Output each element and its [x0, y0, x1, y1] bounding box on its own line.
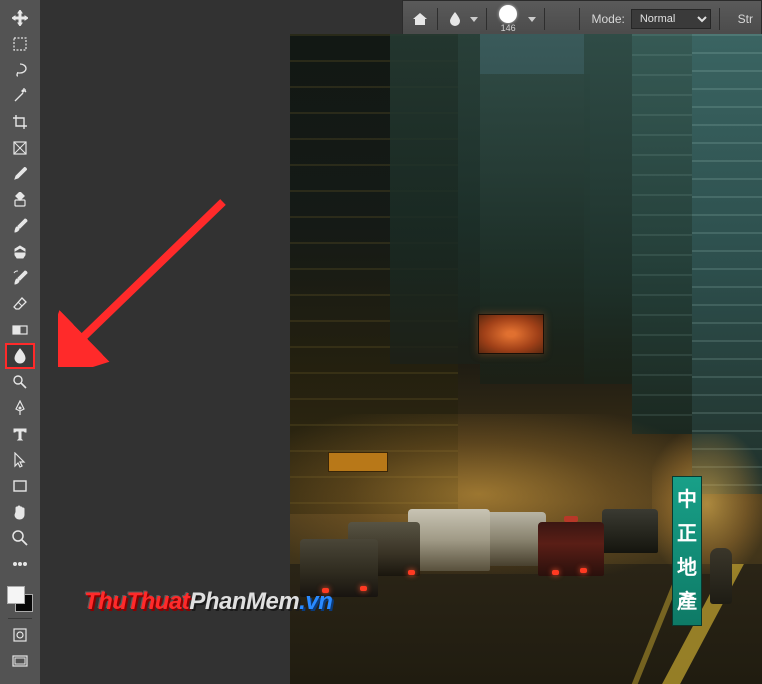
crop-tool[interactable]	[6, 110, 34, 134]
brush-preview[interactable]: 146	[494, 5, 522, 33]
brush-tool[interactable]	[6, 214, 34, 238]
dodge-tool[interactable]	[6, 370, 34, 394]
pen-tool[interactable]	[6, 396, 34, 420]
gradient-tool[interactable]	[6, 318, 34, 342]
healing-brush-tool[interactable]	[6, 188, 34, 212]
move-tool[interactable]	[6, 6, 34, 30]
rectangle-tool[interactable]	[6, 474, 34, 498]
zoom-tool[interactable]	[6, 526, 34, 550]
history-brush-tool[interactable]	[6, 266, 34, 290]
document-canvas[interactable]: 中 正 地 產	[290, 34, 762, 684]
more-tools[interactable]	[6, 552, 34, 576]
annotation-arrow	[58, 192, 233, 367]
watermark: ThuThuatPhanMem.vn	[84, 588, 332, 616]
foreground-color-swatch[interactable]	[7, 586, 25, 604]
brush-dot-icon	[499, 5, 517, 23]
artboard-tool[interactable]	[6, 32, 34, 56]
watermark-part1: ThuThuat	[84, 588, 189, 615]
type-tool[interactable]	[6, 422, 34, 446]
watermark-part3: .vn	[299, 588, 332, 615]
tools-panel	[0, 0, 40, 684]
tool-preset-dropdown[interactable]	[470, 17, 478, 22]
watermark-part2: PhanMem	[189, 588, 299, 615]
mode-label: Mode:	[592, 12, 625, 26]
tool-preset-icon[interactable]	[446, 8, 464, 30]
hand-tool[interactable]	[6, 500, 34, 524]
eraser-tool[interactable]	[6, 292, 34, 316]
lasso-tool[interactable]	[6, 58, 34, 82]
brush-panel-toggle[interactable]	[553, 8, 571, 30]
strength-label: Str	[738, 12, 753, 26]
frame-tool[interactable]	[6, 136, 34, 160]
options-bar: 146 Mode: Normal Str	[402, 0, 762, 38]
path-selection-tool[interactable]	[6, 448, 34, 472]
brush-picker-dropdown[interactable]	[528, 17, 536, 22]
vertical-sign: 中 正 地 產	[672, 476, 702, 626]
screen-mode[interactable]	[6, 649, 34, 673]
eyedropper-tool[interactable]	[6, 162, 34, 186]
clone-stamp-tool[interactable]	[6, 240, 34, 264]
home-button[interactable]	[411, 8, 429, 30]
color-swatches[interactable]	[5, 584, 35, 614]
blur-tool[interactable]	[6, 344, 34, 368]
quick-mask-mode[interactable]	[6, 623, 34, 647]
blend-mode-select[interactable]: Normal	[631, 9, 711, 29]
magic-wand-tool[interactable]	[6, 84, 34, 108]
brush-size-value: 146	[501, 23, 516, 33]
